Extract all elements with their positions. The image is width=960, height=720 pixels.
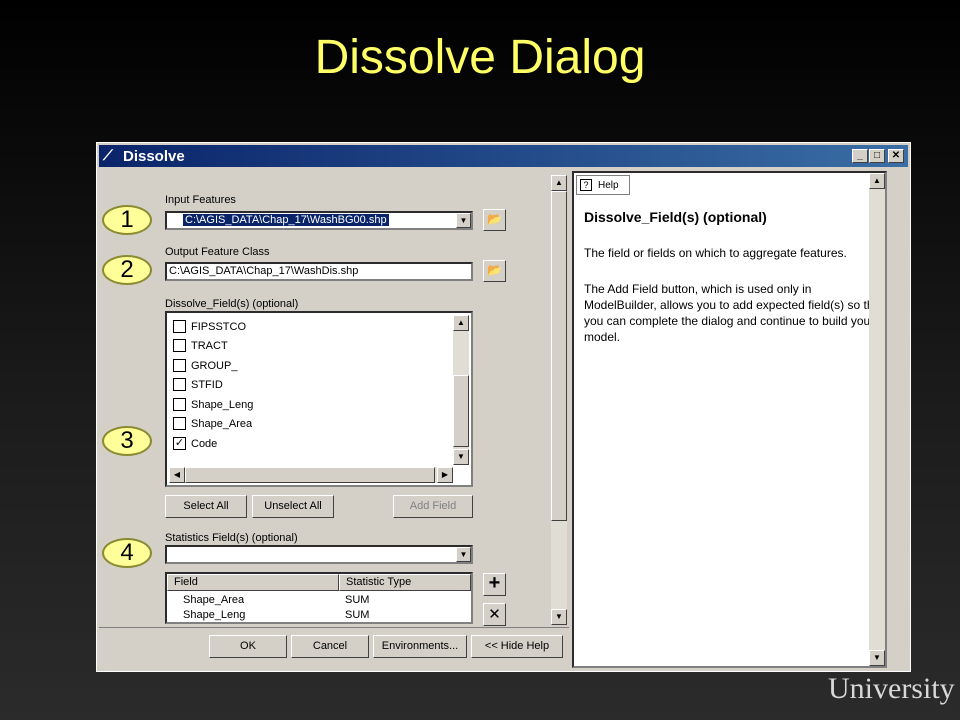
table-cell[interactable]: SUM: [345, 593, 369, 607]
help-paragraph: The Add Field button, which is used only…: [584, 282, 884, 344]
callout-3: 3: [102, 426, 152, 456]
table-cell[interactable]: Shape_Area: [183, 593, 244, 607]
tool-icon: ⟋: [103, 147, 113, 163]
open-folder-icon[interactable]: 📂: [483, 209, 506, 231]
statistics-field-combo[interactable]: ▼: [165, 545, 473, 564]
table-cell[interactable]: Shape_Leng: [183, 608, 245, 622]
add-field-button[interactable]: Add Field: [393, 495, 473, 518]
form-vertical-scrollbar[interactable]: ▲ ▼: [551, 175, 567, 625]
scroll-right-icon[interactable]: ▶: [437, 467, 453, 483]
field-checkbox[interactable]: [173, 339, 186, 352]
output-feature-class-value: C:\AGIS_DATA\Chap_17\WashDis.shp: [169, 265, 359, 277]
dissolve-fields-list[interactable]: FIPSSTCO TRACT GROUP_ STFID Shape_Leng S…: [165, 311, 473, 487]
scroll-left-icon[interactable]: ◀: [169, 467, 185, 483]
input-features-combo[interactable]: C:\AGIS_DATA\Chap_17\WashBG00.shp ▼: [165, 211, 473, 230]
help-vertical-scrollbar[interactable]: ▲ ▼: [869, 173, 885, 666]
divider: [99, 627, 569, 628]
scroll-thumb[interactable]: [453, 375, 469, 447]
title-bar[interactable]: ⟋ Dissolve _ □ ✕: [99, 145, 908, 167]
cancel-button[interactable]: Cancel: [291, 635, 369, 658]
field-checkbox[interactable]: [173, 417, 186, 430]
minimize-button[interactable]: _: [852, 149, 868, 163]
help-icon: ?: [580, 179, 592, 191]
callout-2: 2: [102, 255, 152, 285]
field-checkbox[interactable]: [173, 359, 186, 372]
open-folder-icon[interactable]: 📂: [483, 260, 506, 282]
table-cell[interactable]: SUM: [345, 608, 369, 622]
scroll-thumb[interactable]: [551, 191, 567, 521]
input-features-value: C:\AGIS_DATA\Chap_17\WashBG00.shp: [183, 214, 389, 226]
statistics-table[interactable]: Field Statistic Type Shape_Area SUM Shap…: [165, 572, 473, 624]
scroll-down-icon[interactable]: ▼: [869, 650, 885, 666]
column-header[interactable]: Statistic Type: [339, 574, 471, 591]
scroll-down-icon[interactable]: ▼: [551, 609, 567, 625]
field-checkbox[interactable]: [173, 398, 186, 411]
ok-button[interactable]: OK: [209, 635, 287, 658]
window-title: Dissolve: [123, 148, 185, 165]
output-feature-class-field[interactable]: C:\AGIS_DATA\Chap_17\WashDis.shp: [165, 262, 473, 281]
maximize-button[interactable]: □: [869, 149, 885, 163]
environments-button[interactable]: Environments...: [373, 635, 467, 658]
scroll-up-icon[interactable]: ▲: [869, 173, 885, 189]
input-features-label: Input Features: [165, 194, 236, 206]
help-tab[interactable]: ? Help: [576, 175, 630, 195]
scroll-down-icon[interactable]: ▼: [453, 449, 469, 465]
close-button[interactable]: ✕: [888, 149, 904, 163]
university-logo: University: [828, 672, 955, 705]
help-panel: ? Help Dissolve_Field(s) (optional) The …: [572, 171, 887, 668]
slide-title: Dissolve Dialog: [314, 31, 646, 84]
field-checkbox[interactable]: [173, 378, 186, 391]
dissolve-dialog: ⟋ Dissolve _ □ ✕ Input Features C:\AGIS_…: [96, 142, 911, 672]
field-checkbox[interactable]: ✓: [173, 437, 186, 450]
callout-4: 4: [102, 538, 152, 568]
scroll-thumb[interactable]: [185, 467, 435, 483]
help-paragraph: The field or fields on which to aggregat…: [584, 246, 847, 260]
dissolve-fields-label: Dissolve_Field(s) (optional): [165, 298, 299, 310]
callout-1: 1: [102, 205, 152, 235]
statistics-fields-label: Statistics Field(s) (optional): [165, 532, 298, 544]
hide-help-button[interactable]: << Hide Help: [471, 635, 563, 658]
select-all-button[interactable]: Select All: [165, 495, 247, 518]
list-horizontal-scrollbar[interactable]: ◀ ▶: [169, 467, 453, 483]
output-feature-class-label: Output Feature Class: [165, 246, 270, 258]
scroll-up-icon[interactable]: ▲: [551, 175, 567, 191]
chevron-down-icon[interactable]: ▼: [456, 213, 471, 228]
chevron-down-icon[interactable]: ▼: [456, 547, 471, 562]
scroll-up-icon[interactable]: ▲: [453, 315, 469, 331]
field-checkbox[interactable]: [173, 320, 186, 333]
help-title: Dissolve_Field(s) (optional): [584, 209, 767, 225]
remove-icon[interactable]: ✕: [483, 603, 506, 626]
list-vertical-scrollbar[interactable]: ▲ ▼: [453, 315, 469, 465]
add-icon[interactable]: +: [483, 573, 506, 596]
unselect-all-button[interactable]: Unselect All: [252, 495, 334, 518]
column-header[interactable]: Field: [167, 574, 339, 591]
